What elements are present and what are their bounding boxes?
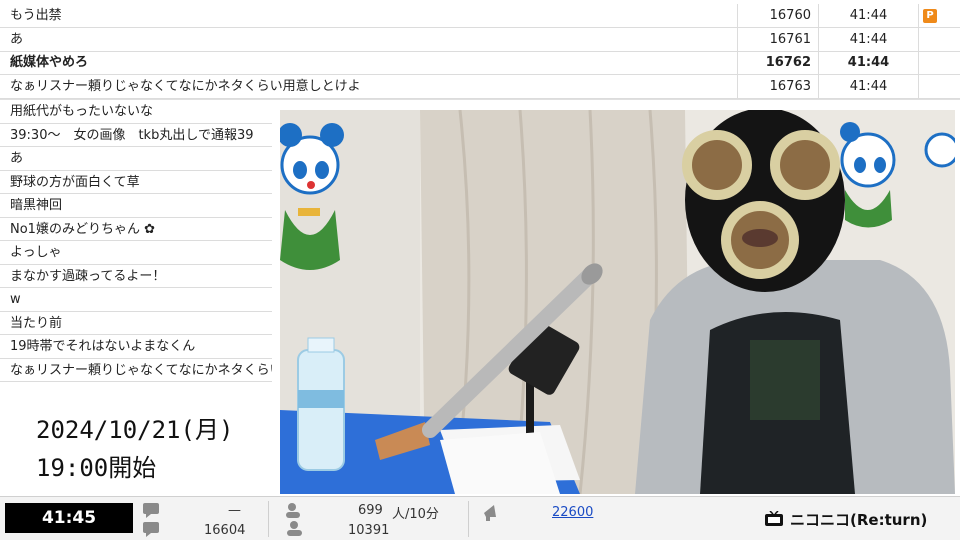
comment-flag-cell	[918, 51, 960, 74]
list-item[interactable]: w	[0, 288, 272, 312]
premium-badge-icon: P	[923, 9, 937, 23]
comment-row[interactable]: なぁリスナー頼りじゃなくてなにかネタくらい用意しとけよ 16763 41:44	[0, 75, 960, 99]
comment-number: 16760	[737, 4, 817, 27]
comment-text: あ	[10, 151, 24, 166]
comment-count: 16604	[204, 523, 246, 538]
total-viewers: 10391	[348, 523, 390, 538]
comment-flag-cell: P	[918, 4, 960, 27]
broadcast-start-time: 19:00開始	[36, 454, 157, 482]
comment-flag-cell	[918, 28, 960, 51]
elapsed-time: 41:45	[5, 503, 133, 533]
comment-text: w	[10, 292, 21, 307]
tv-icon	[765, 511, 783, 526]
list-item[interactable]: 暗黒神回	[0, 194, 272, 218]
comment-text: 野球の方が面白くて草	[10, 174, 140, 190]
list-item[interactable]: まなかす過疎ってるよー！	[0, 265, 272, 288]
comment-text: 用紙代がもったいないな	[10, 104, 154, 119]
status-bar: 41:45 — 16604 699 人/10分 10391 22600 ニコニコ…	[0, 496, 960, 540]
broadcast-date-panel: 2024/10/21(月) 19:00開始	[0, 392, 272, 494]
comment-dash: —	[228, 503, 241, 518]
comment-text: もう出禁	[10, 8, 62, 23]
active-viewers-unit: 人/10分	[392, 507, 439, 522]
comment-number: 16763	[737, 75, 817, 98]
comment-text: よっしゃ	[10, 245, 62, 260]
broadcast-date: 2024/10/21(月)	[36, 416, 234, 444]
list-item[interactable]: 用紙代がもったいないな	[0, 100, 272, 124]
video-player[interactable]	[280, 110, 955, 494]
niconico-logo: ニコニコ(Re:turn)	[764, 509, 927, 529]
list-item[interactable]: No1嬢のみどりちゃん ✿	[0, 218, 272, 241]
list-item[interactable]: よっしゃ	[0, 241, 272, 265]
comment-number: 16761	[737, 28, 817, 51]
comment-time: 41:44	[818, 75, 918, 98]
active-viewers: 699	[358, 503, 383, 518]
comment-table: もう出禁 16760 41:44 P あ 16761 41:44 紙媒体やめろ …	[0, 0, 960, 100]
comment-row[interactable]: 紙媒体やめろ 16762 41:44	[0, 51, 960, 75]
list-item[interactable]: 野球の方が面白くて草	[0, 171, 272, 194]
comment-row[interactable]: あ 16761 41:44	[0, 28, 960, 52]
water-bottle	[297, 337, 345, 471]
nicoad-megaphone-icon	[484, 505, 496, 521]
viewers-icon	[286, 503, 302, 536]
comment-time: 41:44	[818, 51, 918, 74]
comment-text: あ	[10, 32, 24, 47]
comment-text: 暗黒神回	[10, 198, 63, 213]
comment-text: なぁリスナー頼りじゃなくてなにかネタくらい用意	[10, 362, 272, 378]
comment-row[interactable]: もう出禁 16760 41:44 P	[0, 4, 960, 28]
comment-list: 用紙代がもったいないな 39:30～ 女の画像 tkb丸出しで通報39 あ 野球…	[0, 100, 272, 382]
list-item[interactable]: 19時帯でそれはないよまなくん	[0, 335, 272, 359]
comment-text: 紙媒体やめろ	[10, 55, 89, 70]
list-item[interactable]: あ	[0, 147, 272, 171]
comment-time: 41:44	[818, 28, 918, 51]
list-item[interactable]: 39:30～ 女の画像 tkb丸出しで通報39	[0, 124, 272, 147]
divider	[268, 501, 269, 537]
comment-time: 41:44	[818, 4, 918, 27]
comment-number: 16762	[737, 51, 817, 74]
nicoad-points-link[interactable]: 22600	[552, 505, 593, 520]
comment-flag-cell	[918, 75, 960, 98]
comment-text: No1嬢のみどりちゃん ✿	[10, 221, 155, 237]
comment-icon	[143, 503, 159, 537]
comment-text: 当たり前	[10, 315, 63, 331]
list-item[interactable]: 当たり前	[0, 312, 272, 335]
list-item[interactable]: なぁリスナー頼りじゃなくてなにかネタくらい用意	[0, 359, 272, 382]
comment-text: なぁリスナー頼りじゃなくてなにかネタくらい用意しとけよ	[10, 79, 361, 94]
divider	[468, 501, 469, 537]
comment-text: 39:30～ 女の画像 tkb丸出しで通報39	[10, 127, 254, 143]
video-frame	[280, 110, 955, 494]
comment-text: まなかす過疎ってるよー！	[10, 268, 166, 284]
comment-text: 19時帯でそれはないよまなくん	[10, 339, 196, 354]
brand-text: ニコニコ(Re:turn)	[790, 510, 928, 529]
